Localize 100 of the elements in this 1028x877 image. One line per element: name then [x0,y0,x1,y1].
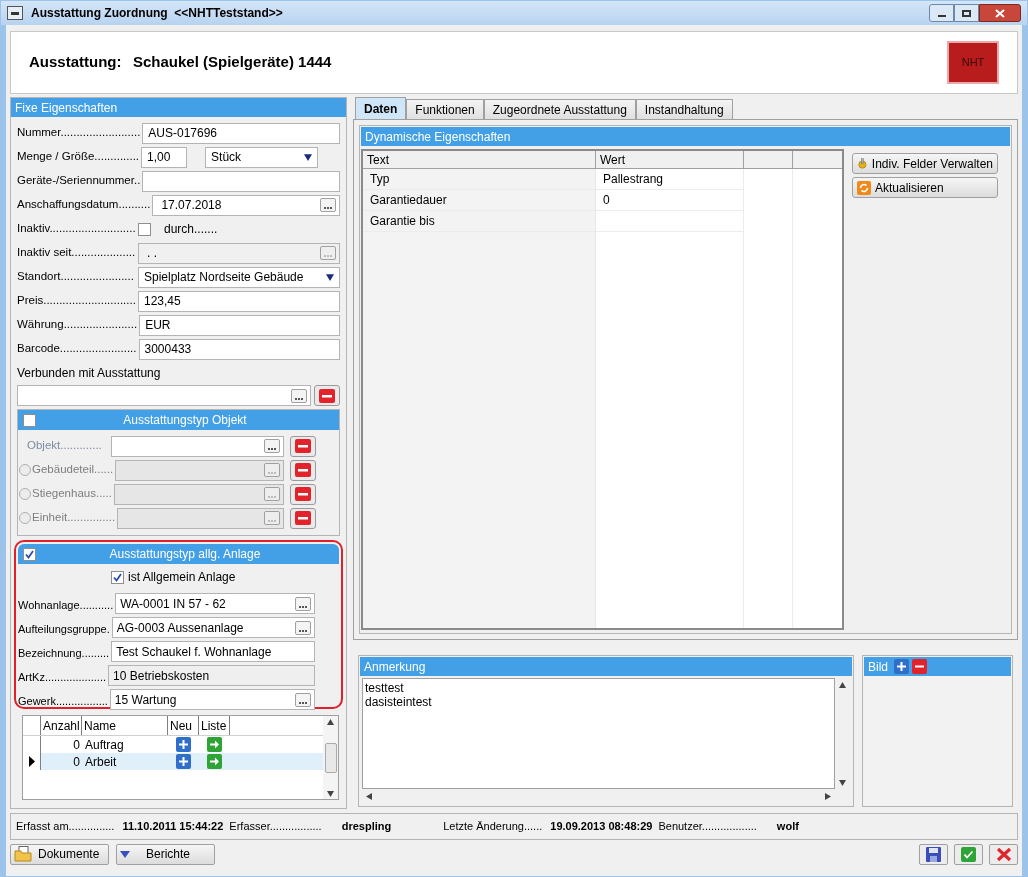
arrow-right-icon[interactable] [207,737,222,752]
field-label: Geräte-/Seriennummer.. [17,173,142,189]
scroll-right-icon [825,792,832,800]
field-label: Anschaffungsdatum.......... [17,197,152,213]
remove-button[interactable] [290,483,316,505]
window-menu-icon[interactable] [7,6,23,20]
arrow-right-icon[interactable] [207,754,222,769]
close-icon [995,8,1005,18]
browse-button[interactable] [295,620,311,635]
field-label: Standort....................... [17,269,135,285]
browse-button[interactable] [295,596,311,611]
text-field[interactable]: 3000433 [138,338,340,360]
field-label: Verbunden mit Ausstattung [17,365,162,382]
minus-icon [295,487,311,501]
field-label: Preis............................. [17,293,137,309]
text-field[interactable]: WA-0001 IN 57 - 62 [115,593,315,614]
remove-button[interactable] [290,459,316,481]
column-header: Name [82,716,168,735]
checkbox[interactable] [23,413,36,427]
unit-dropdown[interactable]: Stück [205,146,319,168]
plus-icon[interactable] [176,754,191,769]
checkbox[interactable] [111,570,124,584]
remove-button[interactable] [290,507,316,529]
minus-icon[interactable] [912,659,927,674]
column-header: Anzahl [41,716,82,735]
status-value: 11.10.2011 15:44:22 [122,819,224,835]
close-icon [995,846,1012,862]
text-field[interactable]: 123,45 [138,290,340,312]
remove-button[interactable] [314,385,340,406]
checkbox[interactable] [138,222,151,236]
refresh-icon [857,180,871,195]
manage-fields-button[interactable]: Indiv. Felder Verwalten [852,153,998,174]
logo: NHT [947,41,999,84]
tab[interactable]: Funktionen [406,99,484,119]
remove-button[interactable] [290,435,316,457]
note-line: testtest [365,681,405,695]
check-icon [961,846,976,862]
text-field[interactable] [142,170,340,192]
table-cell: Pallestrang [596,169,743,190]
panel-header: Fixe Eigenschaften [11,98,346,117]
scrollbar[interactable] [323,716,338,799]
close-button[interactable] [979,4,1021,22]
window-title: Ausstattung Zuordnung <<NHTTeststand>> [31,5,283,22]
refresh-button[interactable]: Aktualisieren [852,177,998,198]
caret-icon [120,850,130,858]
field-label: Objekt............. [26,438,102,454]
notes-textarea[interactable]: testtest dasisteintest [362,678,835,789]
table-cell-text: Arbeit [84,753,118,771]
table-cell-text: 0 [72,753,81,771]
reports-button[interactable]: Berichte [116,843,215,865]
save-button[interactable] [919,843,948,865]
group-title: Ausstattungstyp allg. Anlage [108,546,262,563]
field-label: Nummer......................... [17,125,142,141]
checkbox-label: ist Allgemein Anlage [128,569,236,586]
field-label: Gebäudeteil...... [32,462,114,478]
tab[interactable]: Daten [355,97,407,119]
group-title: Ausstattungstyp Objekt [122,412,248,429]
column-header: Text [363,151,596,168]
text-field[interactable]: AG-0003 Aussenanlage [111,617,315,638]
text-field[interactable]: AUS-017696 [142,122,340,144]
linked-field[interactable] [17,385,311,406]
table-cell: 0 [596,190,743,211]
text-field[interactable]: Test Schaukel f. Wohnanlage [111,641,315,662]
text-field[interactable]: 15 Wartung [109,689,315,710]
column-header: Neu [168,716,199,735]
caret-icon [304,153,313,161]
field-label: Inaktiv........................... [17,221,137,237]
tab[interactable]: Zugeordnete Ausstattung [483,99,636,119]
maximize-button[interactable] [954,4,979,22]
minus-icon [295,463,311,477]
scroll-up-icon [839,681,846,688]
quantity-field[interactable]: 1,00 [141,146,188,168]
folder-icon [14,846,32,862]
scroll-down-icon [327,790,334,797]
browse-button[interactable] [291,388,307,403]
status-label: Letzte Änderung...... [443,819,543,835]
plus-icon[interactable] [894,659,909,674]
location-dropdown[interactable]: Spielplatz Nordseite Gebäude [138,266,340,288]
documents-button[interactable]: Dokumente [10,843,109,865]
date-field[interactable]: 17.07.2018 [152,194,340,216]
browse-button[interactable] [264,439,280,453]
field-label: Barcode........................ [17,341,138,357]
text-field[interactable]: EUR [139,314,340,336]
scroll-up-icon [327,718,334,725]
minimize-button[interactable] [929,4,954,22]
cancel-button[interactable] [989,843,1018,865]
grid-row[interactable]: 0 Arbeit [23,753,323,770]
tab[interactable]: Instandhaltung [635,99,733,119]
confirm-button[interactable] [954,843,983,865]
checkbox[interactable] [23,547,36,561]
table-cell-text: 0 [72,736,81,754]
object-field[interactable] [111,435,284,457]
ellipsis-icon [299,701,307,704]
status-label: Erfasst am............... [16,819,115,835]
browse-button[interactable] [320,198,336,212]
field-label: Wohnanlage........... [18,597,115,613]
column-header: Liste [199,716,230,735]
plus-icon[interactable] [176,737,191,752]
field-label: Inaktiv seit.................... [17,245,137,261]
browse-button[interactable] [295,692,311,707]
